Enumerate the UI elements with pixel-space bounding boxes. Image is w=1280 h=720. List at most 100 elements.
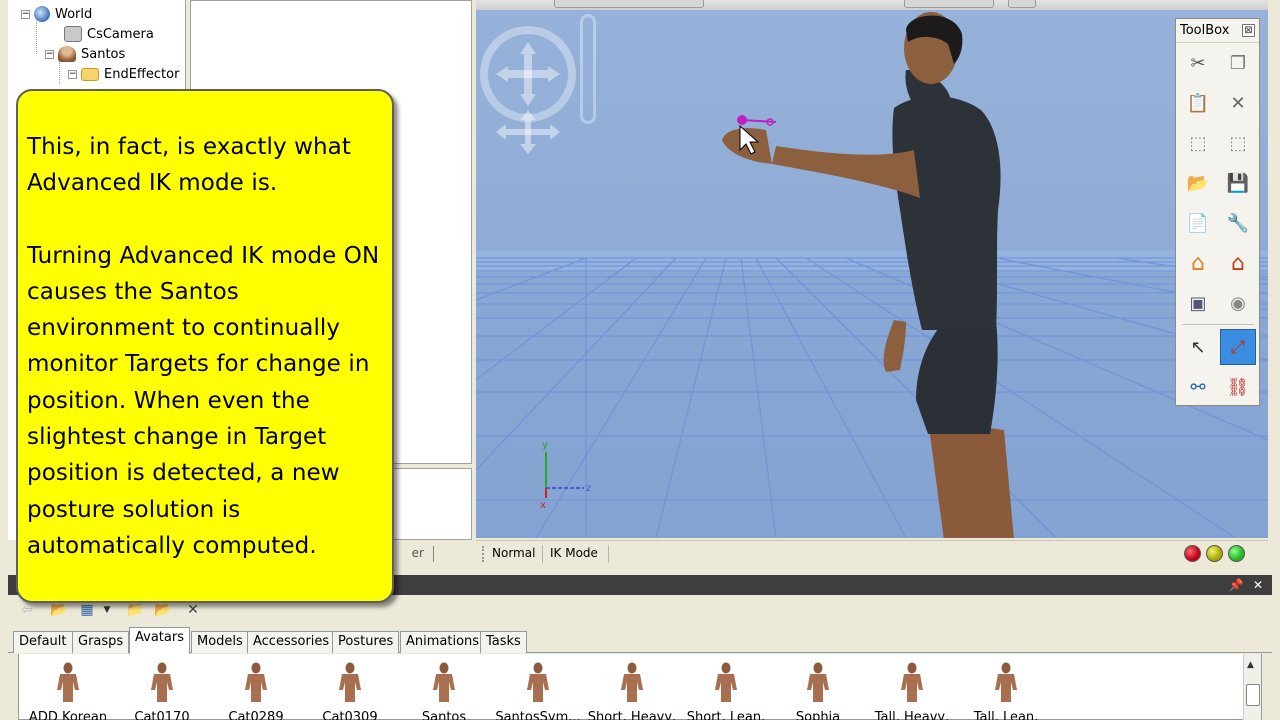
tree-item-cscamera[interactable]: CsCamera [64,24,154,44]
open-folder-icon[interactable]: 📂 [50,602,68,618]
avatar-gallery: ADD Korean Cat0170 Cat0289 Cat0309 Santo… [18,654,1262,720]
library-tabs: Default Grasps Avatars Models Accessorie… [8,627,1272,654]
scrollbar-thumb[interactable] [1246,684,1260,706]
red-light-icon [1184,545,1201,562]
gallery-item[interactable]: SantosSym... [491,660,585,720]
tree-item-label: World [55,6,93,22]
scene-tree[interactable]: − World CsCamera − Santos − EndEffector [8,0,186,92]
tree-item-label: CsCamera [87,26,154,42]
scroll-up-icon[interactable]: ▲ [1247,660,1254,670]
avatar-thumbnail-icon [339,662,361,702]
avatar-thumbnail-icon [245,662,267,702]
close-icon[interactable]: ✕ [1250,577,1266,593]
gallery-item-label: Tall, Lean, [973,710,1039,720]
gallery-item[interactable]: Sophia [771,660,865,720]
tab-postures[interactable]: Postures [332,631,400,653]
gallery-item[interactable]: Cat0309 [303,660,397,720]
annotation-callout: This, in fact, is exactly what Advanced … [16,89,394,603]
gallery-item-label: Short, Heavy, [587,710,677,720]
delete-icon[interactable]: ✕ [184,602,202,618]
zoom-slider[interactable] [580,14,596,124]
avatar-icon [58,46,76,62]
avatar-thumbnail-icon [901,662,923,702]
camera-icon [64,26,82,42]
avatar-thumbnail-icon [715,662,737,702]
globe-icon [34,6,50,22]
gallery-item[interactable]: Santos [397,660,491,720]
gallery-item[interactable]: Cat0170 [115,660,209,720]
collapse-toggle-icon[interactable]: − [45,49,54,59]
copy-icon[interactable]: ❐ [1220,45,1256,81]
gallery-item-label: Short, Lean, [686,710,766,720]
avatar-thumbnail-icon [57,662,79,702]
tab-accessories[interactable]: Accessories [247,631,336,653]
gallery-item[interactable]: Tall, Lean, [959,660,1053,720]
open-folder-icon[interactable]: 📂 [1180,165,1216,201]
tab-models[interactable]: Models [191,631,249,653]
tree-item-label: EndEffector [104,66,180,82]
tab-tasks[interactable]: Tasks [480,631,527,653]
back-icon[interactable]: ⇦ [18,602,36,618]
eye-icon[interactable]: ◉ [1220,285,1256,321]
gallery-item[interactable]: Tall, Heavy, [865,660,959,720]
collapse-toggle-icon[interactable]: − [21,9,30,19]
axis-label-z: z [586,483,591,494]
tab-grasps[interactable]: Grasps [72,631,130,653]
axis-label-x: x [540,500,546,511]
chevron-down-icon[interactable]: ▼ [98,602,116,618]
mode-ik-button[interactable]: IK Mode [550,546,598,560]
link-icon[interactable]: ⛓ [1220,369,1256,405]
select-frame-icon[interactable]: ⬚ [1180,125,1216,161]
left-panel-tab-label[interactable]: er [412,546,424,560]
avatar-thumbnail-icon [433,662,455,702]
gallery-item-label: SantosSym... [495,710,581,720]
gallery-item-label: Cat0289 [228,710,284,720]
gallery-item[interactable]: Short, Lean, [679,660,773,720]
gallery-item[interactable]: Cat0289 [209,660,303,720]
tree-item-santos[interactable]: − Santos [45,44,125,64]
gallery-item[interactable]: ADD Korean [21,660,115,720]
close-icon[interactable]: ⊠ [1242,24,1255,37]
home-settings-icon[interactable]: ⌂ [1220,245,1256,281]
tree-item-world[interactable]: − World [21,4,92,24]
paste-icon[interactable]: 📋 [1180,85,1216,121]
gallery-item-label: Santos [421,710,467,720]
pin-icon[interactable]: 📌 [1228,577,1244,593]
gallery-item-label: Sophia [795,710,841,720]
viewport-status-bar: Normal IK Mode [476,540,1268,566]
gallery-item-label: Cat0170 [134,710,190,720]
grip-handle[interactable] [482,546,485,562]
callout-paragraph: This, in fact, is exactly what Advanced … [27,134,351,197]
gallery-item-label: ADD Korean [28,710,108,720]
view-mode-icon[interactable]: ▦ [78,602,96,618]
pan-arrows-icon[interactable] [486,104,570,160]
tab-default[interactable]: Default [13,631,73,653]
import-folder-icon[interactable]: 📂 [154,602,172,618]
tools-icon[interactable]: 🔧 [1220,205,1256,241]
home-icon[interactable]: ⌂ [1180,245,1216,281]
gallery-scrollbar[interactable]: ▲ [1243,654,1261,720]
avatar-thumbnail-icon [527,662,549,702]
pointer-icon[interactable]: ↖ [1180,329,1216,365]
gallery-item-label: Tall, Heavy, [874,710,950,720]
skeleton-icon[interactable]: ⚯ [1180,369,1216,405]
avatar-thumbnail-icon [995,662,1017,702]
delete-icon[interactable]: ✕ [1220,85,1256,121]
mode-normal-button[interactable]: Normal [492,546,535,560]
folder-icon [81,67,99,81]
tab-avatars[interactable]: Avatars [129,627,190,654]
ik-target-icon[interactable]: ⤢ [1220,329,1256,365]
fit-frame-icon[interactable]: ⬚ [1220,125,1256,161]
yellow-light-icon [1206,545,1223,562]
cut-icon[interactable]: ✂ [1180,45,1216,81]
tab-animations[interactable]: Animations [400,631,486,653]
collapse-toggle-icon[interactable]: − [68,69,77,79]
tree-item-endeffector[interactable]: − EndEffector [68,64,179,84]
gallery-item[interactable]: Short, Heavy, [585,660,679,720]
save-icon[interactable]: 💾 [1220,165,1256,201]
green-light-icon [1228,545,1245,562]
viewport-toolbar [476,0,1268,10]
clipboard-icon[interactable]: 📄 [1180,205,1216,241]
new-folder-icon[interactable]: 📁 [126,602,144,618]
screenshot-icon[interactable]: ▣ [1180,285,1216,321]
